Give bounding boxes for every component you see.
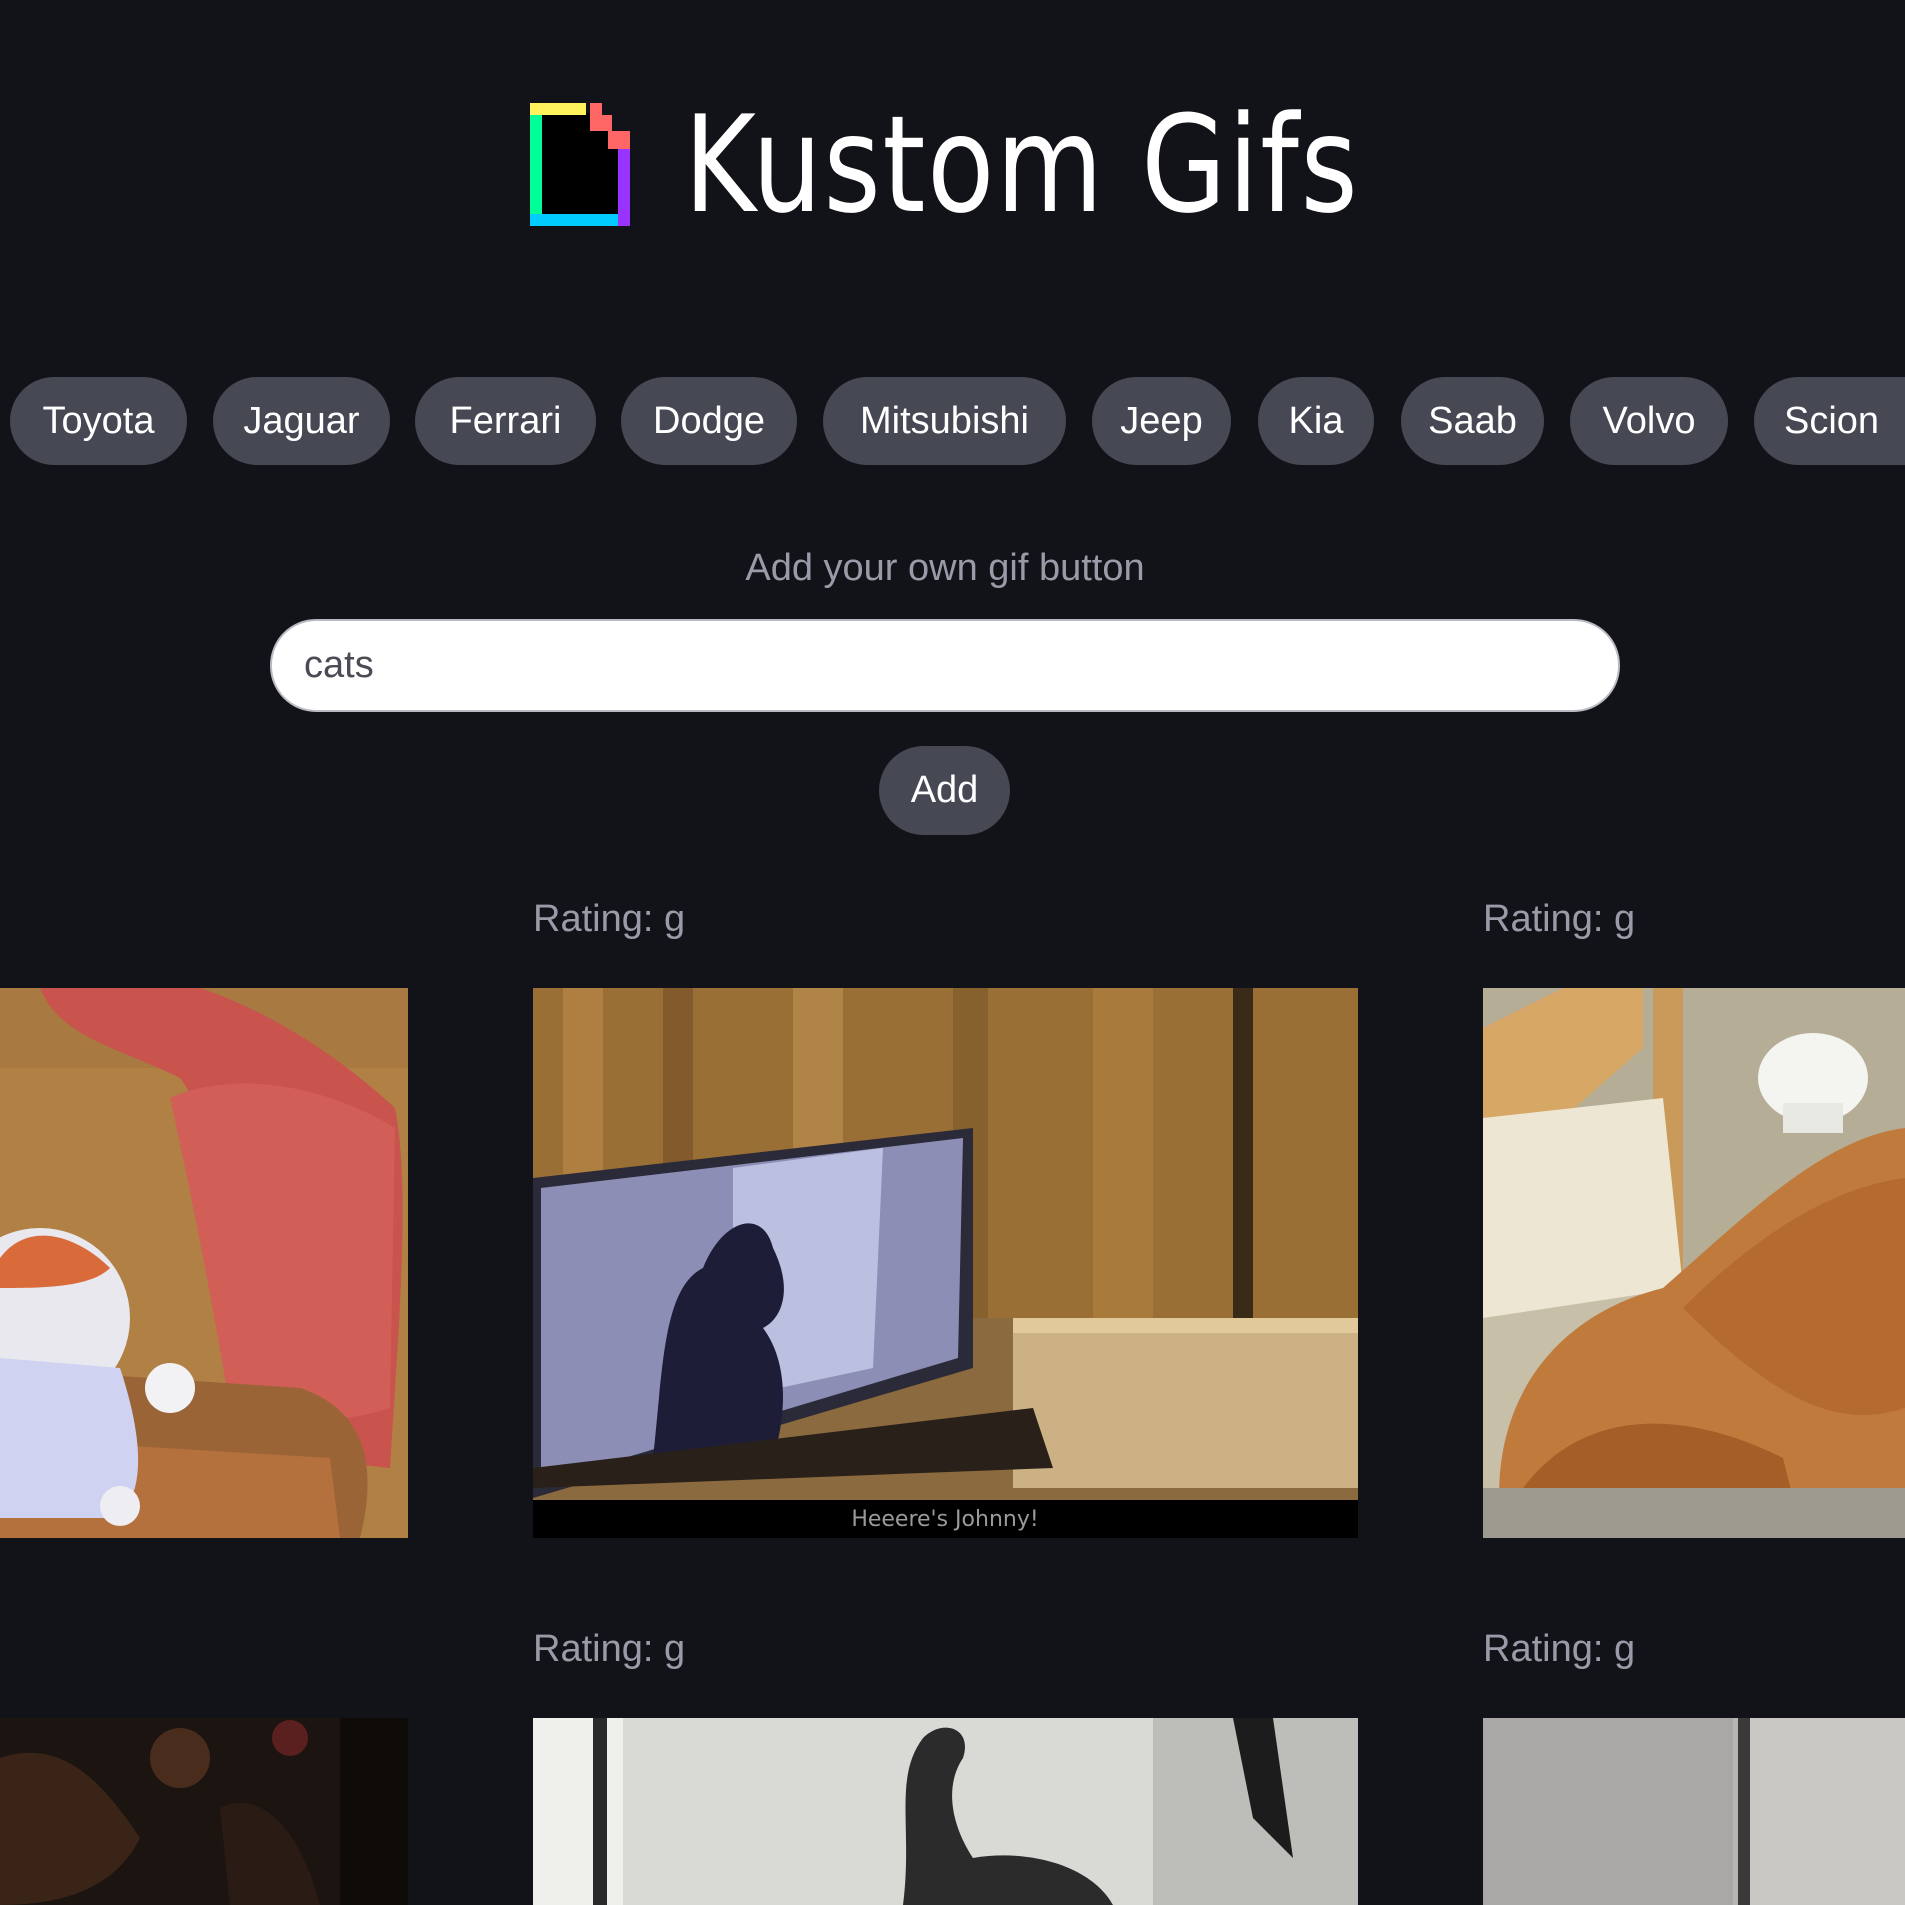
car-button-scion[interactable]: Scion (1754, 377, 1905, 465)
gif-topic-input[interactable] (270, 619, 1620, 712)
car-button-ferrari[interactable]: Ferrari (415, 377, 596, 465)
gif-rating: Rating: g (1483, 898, 1636, 940)
gif-image[interactable]: Heeere's Johnny! (533, 988, 1358, 1538)
gif-image[interactable] (0, 1718, 408, 1905)
car-button-jeep[interactable]: Jeep (1092, 377, 1231, 465)
gif-rating: Rating: g (533, 898, 686, 940)
page: Kustom Gifs Toyota Jaguar Ferrari Dodge … (0, 0, 1905, 1905)
gif-rating: Rating: g (1483, 1628, 1636, 1670)
giphy-logo-icon (530, 103, 630, 226)
gif-image[interactable] (1483, 988, 1905, 1538)
header: Kustom Gifs (0, 95, 1905, 235)
car-button-toyota[interactable]: Toyota (10, 377, 187, 465)
add-gif-label: Add your own gif button (745, 547, 1145, 589)
page-title: Kustom Gifs (684, 87, 1360, 243)
car-button-saab[interactable]: Saab (1401, 377, 1544, 465)
gif-rating: Rating: g (533, 1628, 686, 1670)
car-button-mitsubishi[interactable]: Mitsubishi (823, 377, 1066, 465)
add-button[interactable]: Add (879, 746, 1010, 835)
gif-caption: Heeere's Johnny! (851, 1507, 1038, 1532)
gif-image[interactable] (1483, 1718, 1905, 1905)
car-button-kia[interactable]: Kia (1258, 377, 1374, 465)
car-button-jaguar[interactable]: Jaguar (213, 377, 390, 465)
gif-image[interactable] (0, 988, 408, 1538)
car-button-volvo[interactable]: Volvo (1570, 377, 1728, 465)
car-button-dodge[interactable]: Dodge (621, 377, 797, 465)
gif-image[interactable] (533, 1718, 1358, 1905)
